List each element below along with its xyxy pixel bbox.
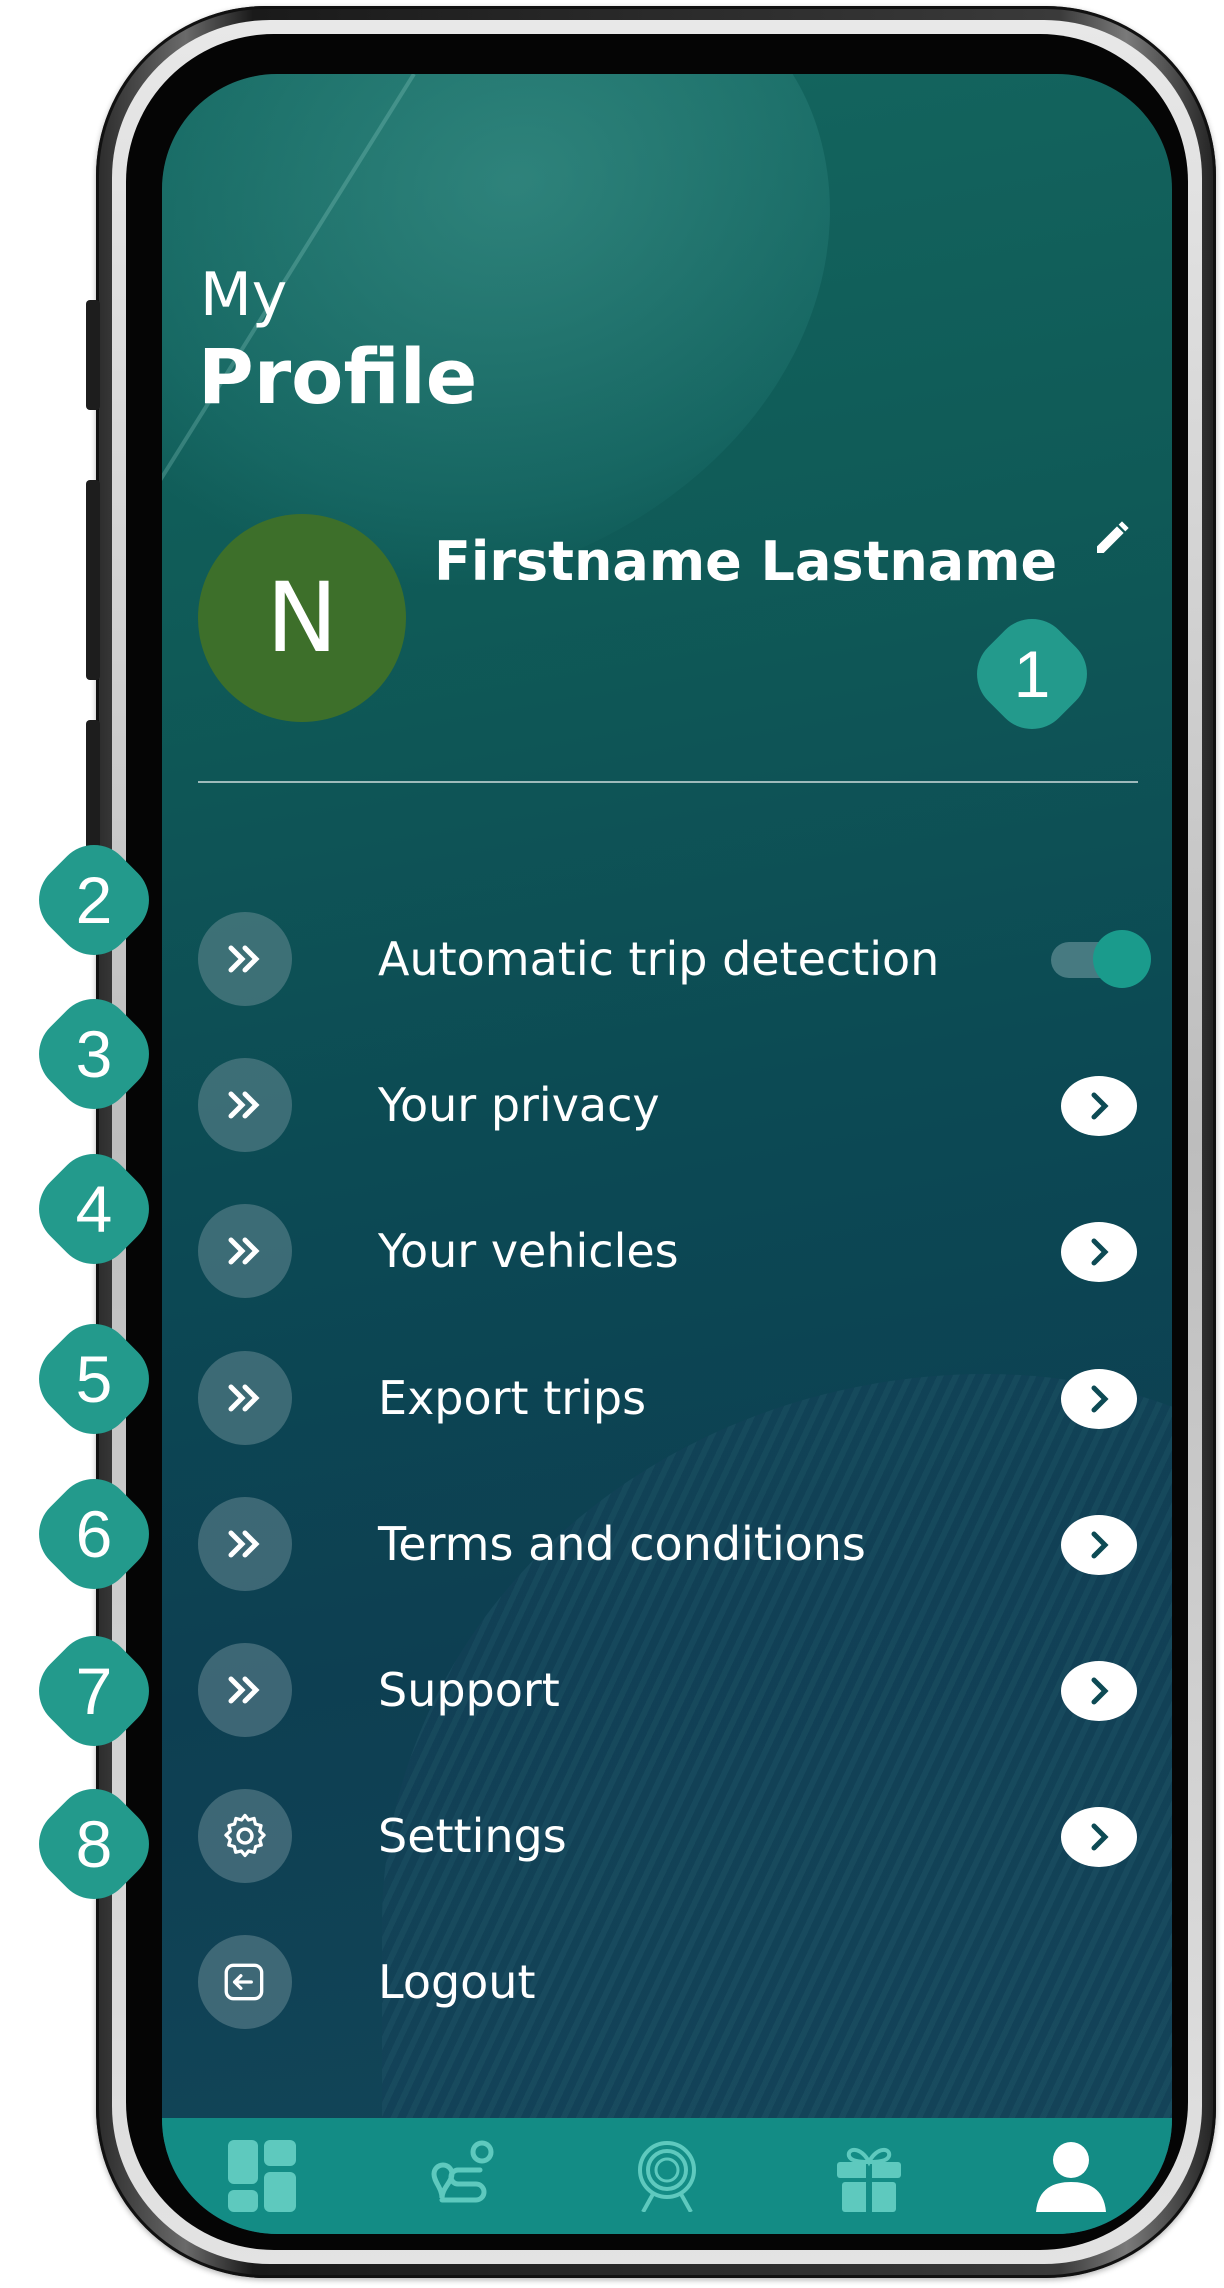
chevron-right-button[interactable] — [1061, 1661, 1137, 1721]
menu-item-terms-and-conditions[interactable]: Terms and conditions — [198, 1497, 1138, 1593]
callout-number: 1 — [1013, 637, 1051, 711]
callout-8: 8 — [23, 1773, 165, 1915]
nav-tab-gift[interactable] — [768, 2118, 970, 2234]
avatar-initial: N — [266, 562, 338, 674]
menu-item-export-trips[interactable]: Export trips — [198, 1351, 1138, 1447]
gift-icon — [837, 2148, 901, 2212]
double-chevron-icon — [198, 912, 292, 1006]
menu-item-your-privacy[interactable]: Your privacy — [198, 1058, 1138, 1154]
double-chevron-icon — [198, 1351, 292, 1445]
chevron-right-button[interactable] — [1061, 1807, 1137, 1867]
page-title-small: My — [200, 260, 288, 330]
pencil-icon[interactable] — [1092, 518, 1132, 558]
callout-4: 4 — [23, 1138, 165, 1280]
nav-tab-profile[interactable] — [970, 2118, 1172, 2234]
app-screen: My Profile N Firstname Lastname Automati… — [162, 74, 1172, 2234]
callout-6: 6 — [23, 1463, 165, 1605]
chevron-right-icon — [1091, 1823, 1109, 1851]
menu-item-label: Settings — [378, 1809, 567, 1863]
trip-detection-toggle[interactable] — [1051, 930, 1151, 988]
chevron-right-icon — [1091, 1677, 1109, 1705]
menu-item-automatic-trip-detection[interactable]: Automatic trip detection — [198, 912, 1151, 1008]
logout-icon — [198, 1935, 292, 2029]
double-chevron-icon — [198, 1497, 292, 1591]
page-title: Profile — [198, 332, 478, 421]
callout-number: 3 — [75, 1017, 113, 1091]
dashboard-icon — [228, 2140, 296, 2212]
callout-1: 1 — [961, 603, 1103, 745]
volume-up-button — [86, 480, 100, 680]
nav-tab-dashboard[interactable] — [162, 2118, 364, 2234]
callout-3: 3 — [23, 983, 165, 1125]
route-icon — [431, 2140, 494, 2203]
chevron-right-icon — [1091, 1531, 1109, 1559]
menu-item-label: Support — [378, 1663, 560, 1717]
menu-item-label: Your vehicles — [378, 1224, 679, 1278]
divider — [198, 781, 1138, 783]
callout-number: 4 — [75, 1172, 113, 1246]
user-name: Firstname Lastname — [434, 530, 1058, 593]
callout-number: 8 — [75, 1807, 113, 1881]
avatar[interactable]: N — [198, 514, 406, 722]
callout-2: 2 — [23, 829, 165, 971]
menu-item-label: Automatic trip detection — [378, 932, 940, 986]
menu-item-settings[interactable]: Settings — [198, 1789, 1138, 1885]
menu-item-label: Terms and conditions — [378, 1517, 866, 1571]
callout-7: 7 — [23, 1620, 165, 1762]
nav-tab-badge[interactable] — [566, 2118, 768, 2234]
menu-item-support[interactable]: Support — [198, 1643, 1138, 1739]
chevron-right-icon — [1091, 1092, 1109, 1120]
badge-icon — [638, 2141, 696, 2212]
chevron-right-button[interactable] — [1061, 1222, 1137, 1282]
menu-item-label: Logout — [378, 1955, 536, 2009]
chevron-right-button[interactable] — [1061, 1515, 1137, 1575]
user-icon — [1036, 2142, 1106, 2212]
callout-number: 7 — [75, 1654, 113, 1728]
bottom-nav — [162, 2118, 1172, 2234]
double-chevron-icon — [198, 1058, 292, 1152]
mute-switch — [86, 300, 100, 410]
callout-number: 6 — [75, 1497, 113, 1571]
menu-item-your-vehicles[interactable]: Your vehicles — [198, 1204, 1138, 1300]
double-chevron-icon — [198, 1204, 292, 1298]
gear-icon — [198, 1789, 292, 1883]
chevron-right-button[interactable] — [1061, 1076, 1137, 1136]
callout-number: 2 — [75, 863, 113, 937]
double-chevron-icon — [198, 1643, 292, 1737]
chevron-right-button[interactable] — [1061, 1369, 1137, 1429]
callout-5: 5 — [23, 1308, 165, 1450]
menu-item-logout[interactable]: Logout — [198, 1935, 1138, 2031]
menu-item-label: Export trips — [378, 1371, 647, 1425]
chevron-right-icon — [1091, 1238, 1109, 1266]
toggle-knob — [1093, 930, 1151, 988]
menu-item-label: Your privacy — [378, 1078, 660, 1132]
nav-tab-route[interactable] — [364, 2118, 566, 2234]
chevron-right-icon — [1091, 1385, 1109, 1413]
callout-number: 5 — [75, 1342, 113, 1416]
